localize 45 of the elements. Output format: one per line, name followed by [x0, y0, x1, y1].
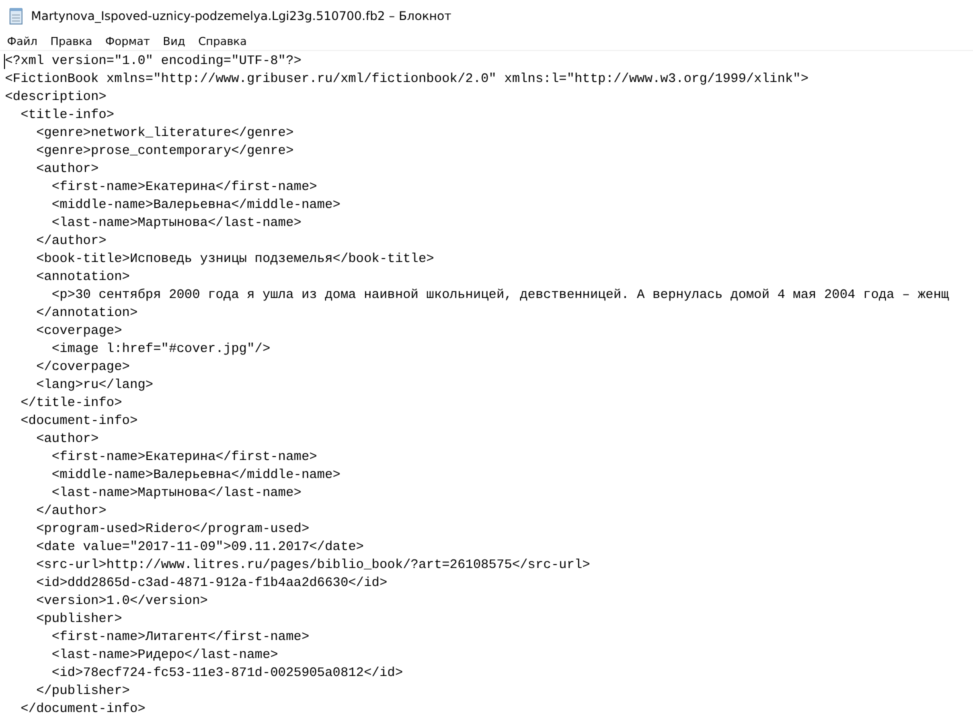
code-line: <p>30 сентября 2000 года я ушла из дома наивной школьницей, девственницей. А вернулась домой 4 мая 2004 года – женщ — [50, 286, 949, 304]
code-line: <middle-name>Валерьевна</middle-name> — [50, 466, 340, 484]
code-line: <last-name>Мартынова</last-name> — [50, 484, 302, 502]
code-line: <program-used>Ridero</program-used> — [35, 520, 310, 538]
code-line: <first-name>Литагент</first-name> — [50, 628, 310, 646]
code-line: </annotation> — [35, 304, 138, 322]
code-line: <publisher> — [35, 610, 122, 628]
code-line: <coverpage> — [35, 322, 122, 340]
code-line: <author> — [35, 430, 99, 448]
menu-item[interactable]: Справка — [193, 34, 252, 48]
code-line: <title-info> — [20, 106, 114, 124]
code-line: <author> — [35, 160, 99, 178]
code-line: <document-info> — [20, 412, 138, 430]
code-line: <version>1.0</version> — [35, 592, 208, 610]
code-line: <image l:href="#cover.jpg"/> — [50, 340, 270, 358]
code-line: <last-name>Ридеро</last-name> — [50, 646, 278, 664]
code-line: </author> — [35, 502, 106, 520]
code-line: <first-name>Екатерина</first-name> — [50, 178, 318, 196]
code-line: </publisher> — [35, 682, 130, 700]
code-line: <FictionBook xmlns="http://www.gribuser.ru/xml/fictionbook/2.0" xmlns:l="http://www.w3.org/1999/xlink"> — [5, 70, 809, 88]
code-line: <id>78ecf724-fc53-11e3-871d-0025905a0812</id> — [50, 664, 403, 682]
notepad-icon — [8, 7, 24, 25]
code-line: <last-name>Мартынова</last-name> — [50, 214, 302, 232]
code-line: </document-info> — [20, 700, 146, 718]
window-title: Martynova_Ispoved-uznicy-podzemelya.Lgi23g.510700.fb2 – Блокнот — [31, 9, 452, 23]
menu-item[interactable]: Файл — [2, 34, 42, 48]
menu-item[interactable]: Формат — [100, 34, 155, 48]
code-line: </title-info> — [20, 394, 122, 412]
code-line: <description> — [5, 88, 106, 106]
code-line: <genre>network_literature</genre> — [35, 124, 294, 142]
text-cursor — [4, 54, 5, 69]
code-line: <annotation> — [35, 268, 130, 286]
code-line: <genre>prose_contemporary</genre> — [35, 142, 294, 160]
code-line: <middle-name>Валерьевна</middle-name> — [50, 196, 340, 214]
code-line: <lang>ru</lang> — [35, 376, 154, 394]
code-line: <?xml version="1.0" encoding="UTF-8"?> — [5, 52, 302, 70]
code-line: <first-name>Екатерина</first-name> — [50, 448, 318, 466]
menu-item[interactable]: Вид — [158, 34, 190, 48]
code-line: <book-title>Исповедь узницы подземелья</book-title> — [35, 250, 434, 268]
menu-item[interactable]: Правка — [45, 34, 98, 48]
code-line: <date value="2017-11-09">09.11.2017</date> — [35, 538, 364, 556]
code-line: </coverpage> — [35, 358, 130, 376]
code-line: <src-url>http://www.litres.ru/pages/biblio_book/?art=26108575</src-url> — [35, 556, 590, 574]
code-line: <id>ddd2865d-c3ad-4871-912a-f1b4aa2d6630</id> — [35, 574, 388, 592]
code-line: </author> — [35, 232, 106, 250]
